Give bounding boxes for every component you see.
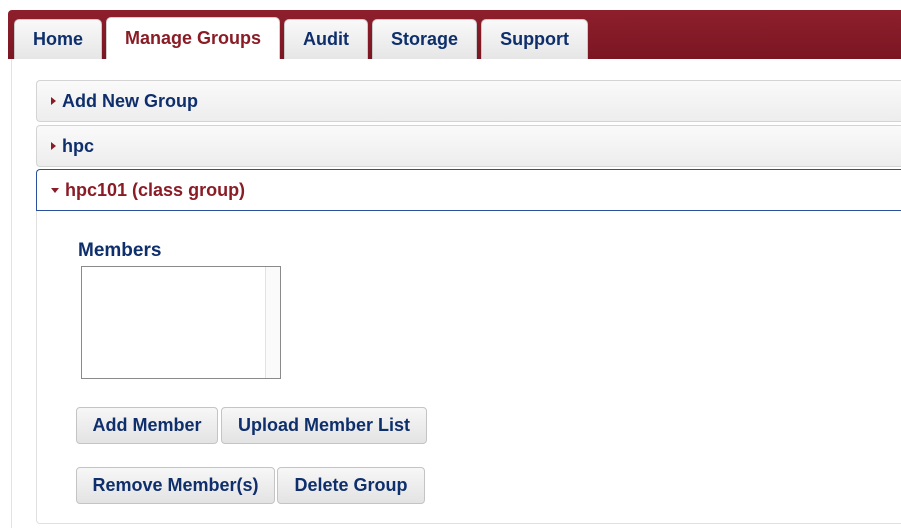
caret-down-icon: [51, 187, 59, 193]
members-label: Members: [78, 240, 162, 261]
delete-group-button[interactable]: Delete Group: [277, 467, 425, 504]
button-label: Add Member: [92, 415, 202, 435]
tab-label: Home: [33, 29, 84, 49]
page: Home Manage Groups Audit Storage Support…: [0, 0, 901, 528]
button-label: Remove Member(s): [92, 475, 259, 495]
tab-label: Storage: [391, 29, 459, 49]
button-label: Upload Member List: [237, 415, 411, 435]
tab-home[interactable]: Home: [14, 19, 103, 59]
members-listbox[interactable]: [81, 266, 281, 379]
remove-members-button[interactable]: Remove Member(s): [76, 467, 275, 504]
tab-storage[interactable]: Storage: [372, 19, 478, 59]
tab-manage-groups[interactable]: Manage Groups: [106, 17, 281, 59]
accordion-group-hpc101[interactable]: hpc101 (class group): [36, 169, 901, 211]
accordion-group-hpc[interactable]: hpc: [36, 125, 901, 167]
upload-member-list-button[interactable]: Upload Member List: [221, 407, 427, 444]
group-detail-panel: Members Add Member Upload Member List Re…: [36, 211, 901, 524]
tab-label: Manage Groups: [125, 28, 262, 48]
main-tabs: Home Manage Groups Audit Storage Support: [14, 17, 592, 59]
tab-label: Audit: [303, 29, 350, 49]
accordion-label: hpc101 (class group): [65, 179, 246, 200]
members-scrollbar[interactable]: [265, 267, 280, 378]
content-panel: Add New Group hpc hpc101 (class group) M…: [11, 59, 901, 528]
accordion-label: hpc: [62, 135, 95, 156]
tab-support[interactable]: Support: [481, 19, 589, 59]
caret-right-icon: [51, 97, 56, 105]
accordion-add-new-group[interactable]: Add New Group: [36, 80, 901, 122]
accordion-label: Add New Group: [62, 90, 198, 111]
tab-audit[interactable]: Audit: [284, 19, 369, 59]
caret-right-icon: [51, 142, 56, 150]
button-label: Delete Group: [294, 475, 408, 495]
tab-label: Support: [500, 29, 570, 49]
add-member-button[interactable]: Add Member: [76, 407, 218, 444]
